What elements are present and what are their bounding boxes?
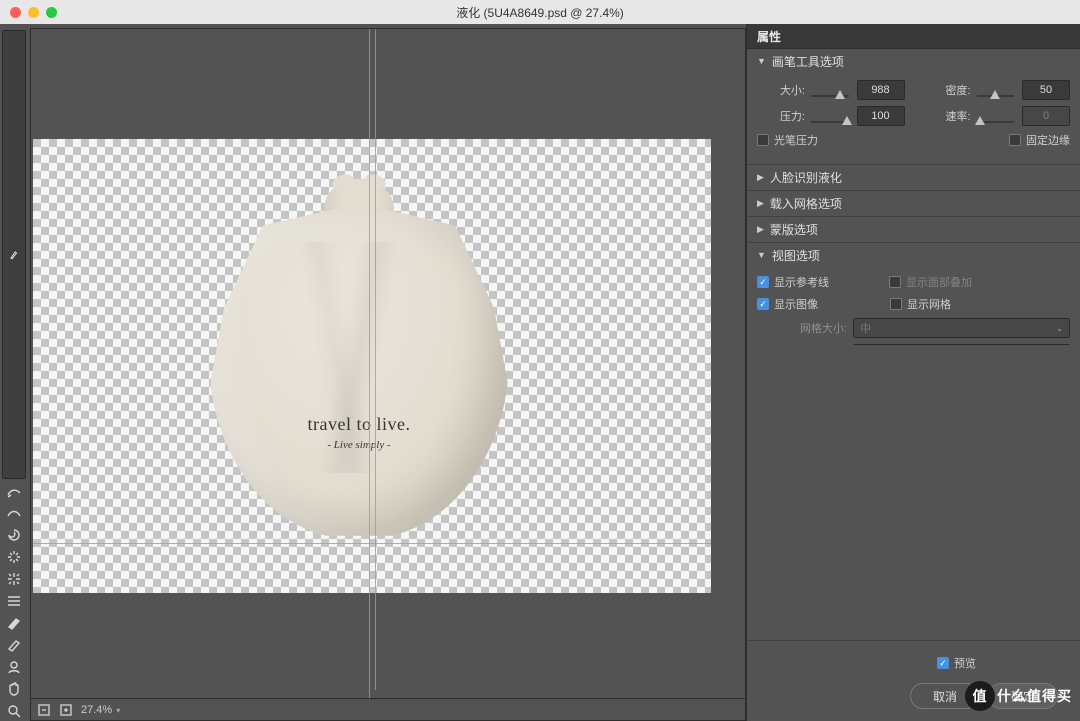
pressure-input[interactable]: 100 (857, 106, 905, 126)
face-tool[interactable] (2, 657, 26, 677)
pin-edges-checkbox[interactable]: 固定边缘 (1009, 132, 1070, 148)
forward-warp-tool[interactable] (2, 30, 26, 479)
section-brush-header[interactable]: ▼画笔工具选项 (747, 49, 1080, 74)
reconstruct-tool[interactable] (2, 481, 26, 501)
disclosure-triangle-icon: ▶ (757, 173, 764, 182)
show-prev-overlay-checkbox: 显示面部叠加 (889, 274, 972, 290)
rate-label: 速率: (923, 108, 971, 124)
bloat-tool[interactable] (2, 569, 26, 589)
zoom-tool[interactable] (2, 701, 26, 721)
show-grid-checkbox[interactable]: 显示网格 (890, 296, 951, 312)
bag-text-1: travel to live. (209, 414, 509, 435)
pressure-slider[interactable] (811, 107, 849, 125)
rate-input: 0 (1022, 106, 1070, 126)
zoom-out-icon[interactable] (37, 703, 51, 717)
watermark-text: 什么值得买 (997, 686, 1072, 706)
watermark-badge: 值 (965, 681, 995, 711)
bag-text-2: - Live simply - (209, 439, 509, 451)
section-view-header[interactable]: ▼视图选项 (747, 243, 1080, 268)
section-mesh-header[interactable]: ▶载入网格选项 (747, 191, 1080, 216)
show-guides-checkbox[interactable]: 显示参考线 (757, 274, 829, 290)
titlebar: 液化 (5U4A8649.psd @ 27.4%) (0, 0, 1080, 24)
freeze-mask-tool[interactable] (2, 613, 26, 633)
section-mask-header[interactable]: ▶蒙版选项 (747, 217, 1080, 242)
twirl-tool[interactable] (2, 525, 26, 545)
properties-panel: 属性 ▼画笔工具选项 大小: 988 密度: 50 压力: (746, 24, 1080, 721)
grid-size-select: 中⌄ (853, 318, 1070, 338)
watermark: 值 什么值得买 (965, 681, 1072, 711)
show-image-checkbox[interactable]: 显示图像 (757, 296, 818, 312)
density-slider[interactable] (977, 81, 1015, 99)
toolbar (0, 24, 28, 721)
disclosure-triangle-icon: ▼ (757, 251, 766, 260)
stylus-pressure-checkbox[interactable]: 光笔压力 (757, 132, 818, 148)
size-label: 大小: (757, 82, 805, 98)
hand-tool[interactable] (2, 679, 26, 699)
zoom-level[interactable]: 27.4%▾ (81, 704, 120, 716)
density-input[interactable]: 50 (1022, 80, 1070, 100)
density-label: 密度: (923, 82, 971, 98)
size-slider[interactable] (811, 81, 849, 99)
section-brush: ▼画笔工具选项 大小: 988 密度: 50 压力: 100 (747, 49, 1080, 165)
stage: travel to live. - Live simply - 27.4%▾ (30, 28, 746, 721)
disclosure-triangle-icon: ▼ (757, 57, 766, 66)
bottom-bar: 27.4%▾ (31, 698, 745, 720)
smooth-tool[interactable] (2, 503, 26, 523)
pressure-label: 压力: (757, 108, 805, 124)
panel-title: 属性 (747, 24, 1080, 49)
thaw-mask-tool[interactable] (2, 635, 26, 655)
preview-checkbox[interactable]: 预览 (937, 655, 976, 671)
window-title: 液化 (5U4A8649.psd @ 27.4%) (0, 4, 1080, 21)
disclosure-triangle-icon: ▶ (757, 199, 764, 208)
push-left-tool[interactable] (2, 591, 26, 611)
grid-size-label: 网格大小: (757, 320, 847, 336)
section-face-header[interactable]: ▶人脸识别液化 (747, 165, 1080, 190)
section-view: ▼视图选项 显示参考线 显示面部叠加 显示图像 显示网格 网格大小:中⌄ 网格颜… (747, 243, 1080, 345)
pucker-tool[interactable] (2, 547, 26, 567)
canvas[interactable]: travel to live. - Live simply - (33, 139, 711, 593)
zoom-in-icon[interactable] (59, 703, 73, 717)
disclosure-triangle-icon: ▶ (757, 225, 764, 234)
bag-image: travel to live. - Live simply - (209, 179, 509, 539)
rate-slider[interactable] (977, 107, 1015, 125)
size-input[interactable]: 988 (857, 80, 905, 100)
